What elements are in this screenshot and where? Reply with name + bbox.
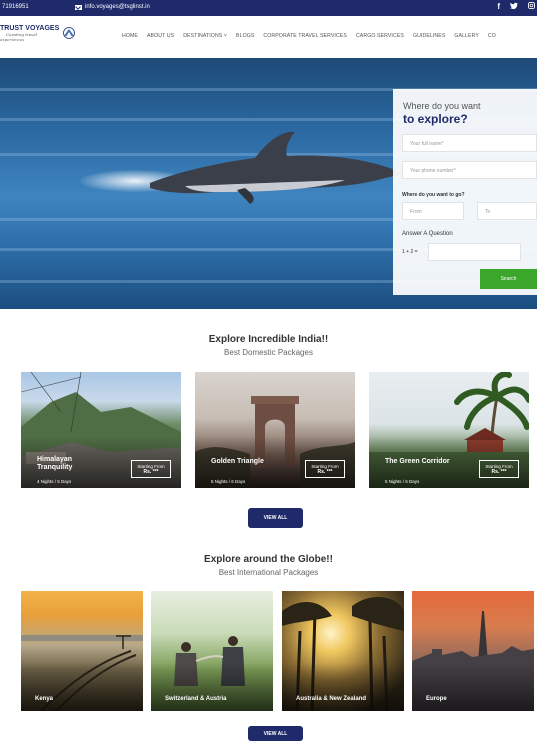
card-price: Starting From Rs. *** (305, 460, 345, 478)
international-subtitle: Best International Packages (218, 568, 319, 577)
card-price: Starting From Rs. *** (131, 460, 171, 478)
twitter-icon[interactable] (510, 2, 518, 11)
where-label: Where do you want to go? (402, 192, 465, 198)
card-duration: 5 Nights / 6 Days (385, 479, 420, 484)
card-title: The Green Corridor (385, 458, 450, 465)
page: 71916951 info.voyages@tsglinst.in f TRUS… (0, 0, 537, 741)
top-bar: 71916951 info.voyages@tsglinst.in f (0, 0, 537, 16)
nav-about-us[interactable]: ABOUT US (147, 33, 174, 39)
package-card-australia-nz[interactable]: Australia & New Zealand (282, 591, 404, 711)
card-title: Switzerland & Austria (165, 696, 227, 702)
nav-home[interactable]: HOME (122, 33, 138, 39)
nav-corporate-travel[interactable]: CORPORATE TRAVEL SERVICES (263, 33, 347, 39)
logo-mark-icon (63, 27, 75, 39)
card-title: Europe (426, 696, 447, 702)
captcha-question: 1 + 2 = (402, 249, 418, 255)
nav-blogs[interactable]: BLOGS (236, 33, 254, 39)
card-title: Golden Triangle (211, 458, 264, 465)
nav-menu: HOME ABOUT US DESTINATIONS ˅ BLOGS CORPO… (122, 33, 496, 39)
card-price: Starting From Rs. *** (479, 460, 519, 478)
card-title: Australia & New Zealand (296, 696, 367, 702)
to-input[interactable]: To (477, 202, 537, 220)
facebook-icon[interactable]: f (497, 2, 500, 11)
card-title: Kenya (35, 696, 54, 702)
nav-cargo-services[interactable]: CARGO SERVICES (356, 33, 404, 39)
site-logo[interactable]: TRUST VOYAGES Curating travel experience… (0, 25, 80, 51)
package-card-switzerland-austria[interactable]: Switzerland & Austria (151, 591, 273, 711)
international-title: Explore around the Globe!! (204, 554, 333, 565)
enquiry-form: Where do you want to explore? Your full … (393, 89, 537, 295)
card-duration: 4 Nights / 5 Days (37, 479, 72, 484)
full-name-input[interactable]: Your full name* (402, 134, 537, 152)
email-address[interactable]: info.voyages@tsglinst.in (85, 4, 150, 10)
package-card-himalayan[interactable]: Himalayan Tranquility 4 Nights / 5 Days … (21, 372, 181, 488)
nav-contact[interactable]: CO (488, 33, 496, 39)
form-title-line2: to explore? (403, 112, 468, 126)
dolphin-image (150, 131, 403, 204)
card-duration: 5 Nights / 6 Days (211, 479, 246, 484)
instagram-icon[interactable] (528, 2, 535, 11)
package-card-europe[interactable]: Europe (412, 591, 534, 711)
social-links: f (497, 2, 535, 11)
nav-guidelines[interactable]: GUIDELINES (413, 33, 445, 39)
nav-gallery[interactable]: GALLERY (454, 33, 479, 39)
hero-banner: Where do you want to explore? Your full … (0, 58, 537, 309)
phone-number[interactable]: 71916951 (2, 4, 29, 10)
card-title: Himalayan Tranquility (37, 456, 73, 471)
mail-icon (75, 4, 82, 10)
domestic-title: Explore Incredible India!! (208, 334, 329, 345)
captcha-input[interactable] (428, 243, 521, 261)
package-card-golden-triangle[interactable]: Golden Triangle 5 Nights / 6 Days Starti… (195, 372, 355, 488)
view-all-domestic-button[interactable]: VIEW ALL (248, 508, 303, 528)
form-title-line1: Where do you want (403, 101, 481, 111)
from-input[interactable]: From (402, 202, 464, 220)
phone-input[interactable]: Your phone number* (402, 161, 537, 179)
domestic-subtitle: Best Domestic Packages (224, 348, 313, 357)
nav-destinations[interactable]: DESTINATIONS ˅ (183, 33, 227, 39)
view-all-international-button[interactable]: VIEW ALL (248, 726, 303, 741)
package-card-green-corridor[interactable]: The Green Corridor 5 Nights / 6 Days Sta… (369, 372, 529, 488)
main-navbar: TRUST VOYAGES Curating travel experience… (0, 16, 537, 58)
package-card-kenya[interactable]: Kenya (21, 591, 143, 711)
search-button[interactable]: Search (480, 269, 537, 289)
email-contact[interactable]: info.voyages@tsglinst.in (75, 4, 150, 10)
question-label: Answer A Question (402, 231, 453, 237)
